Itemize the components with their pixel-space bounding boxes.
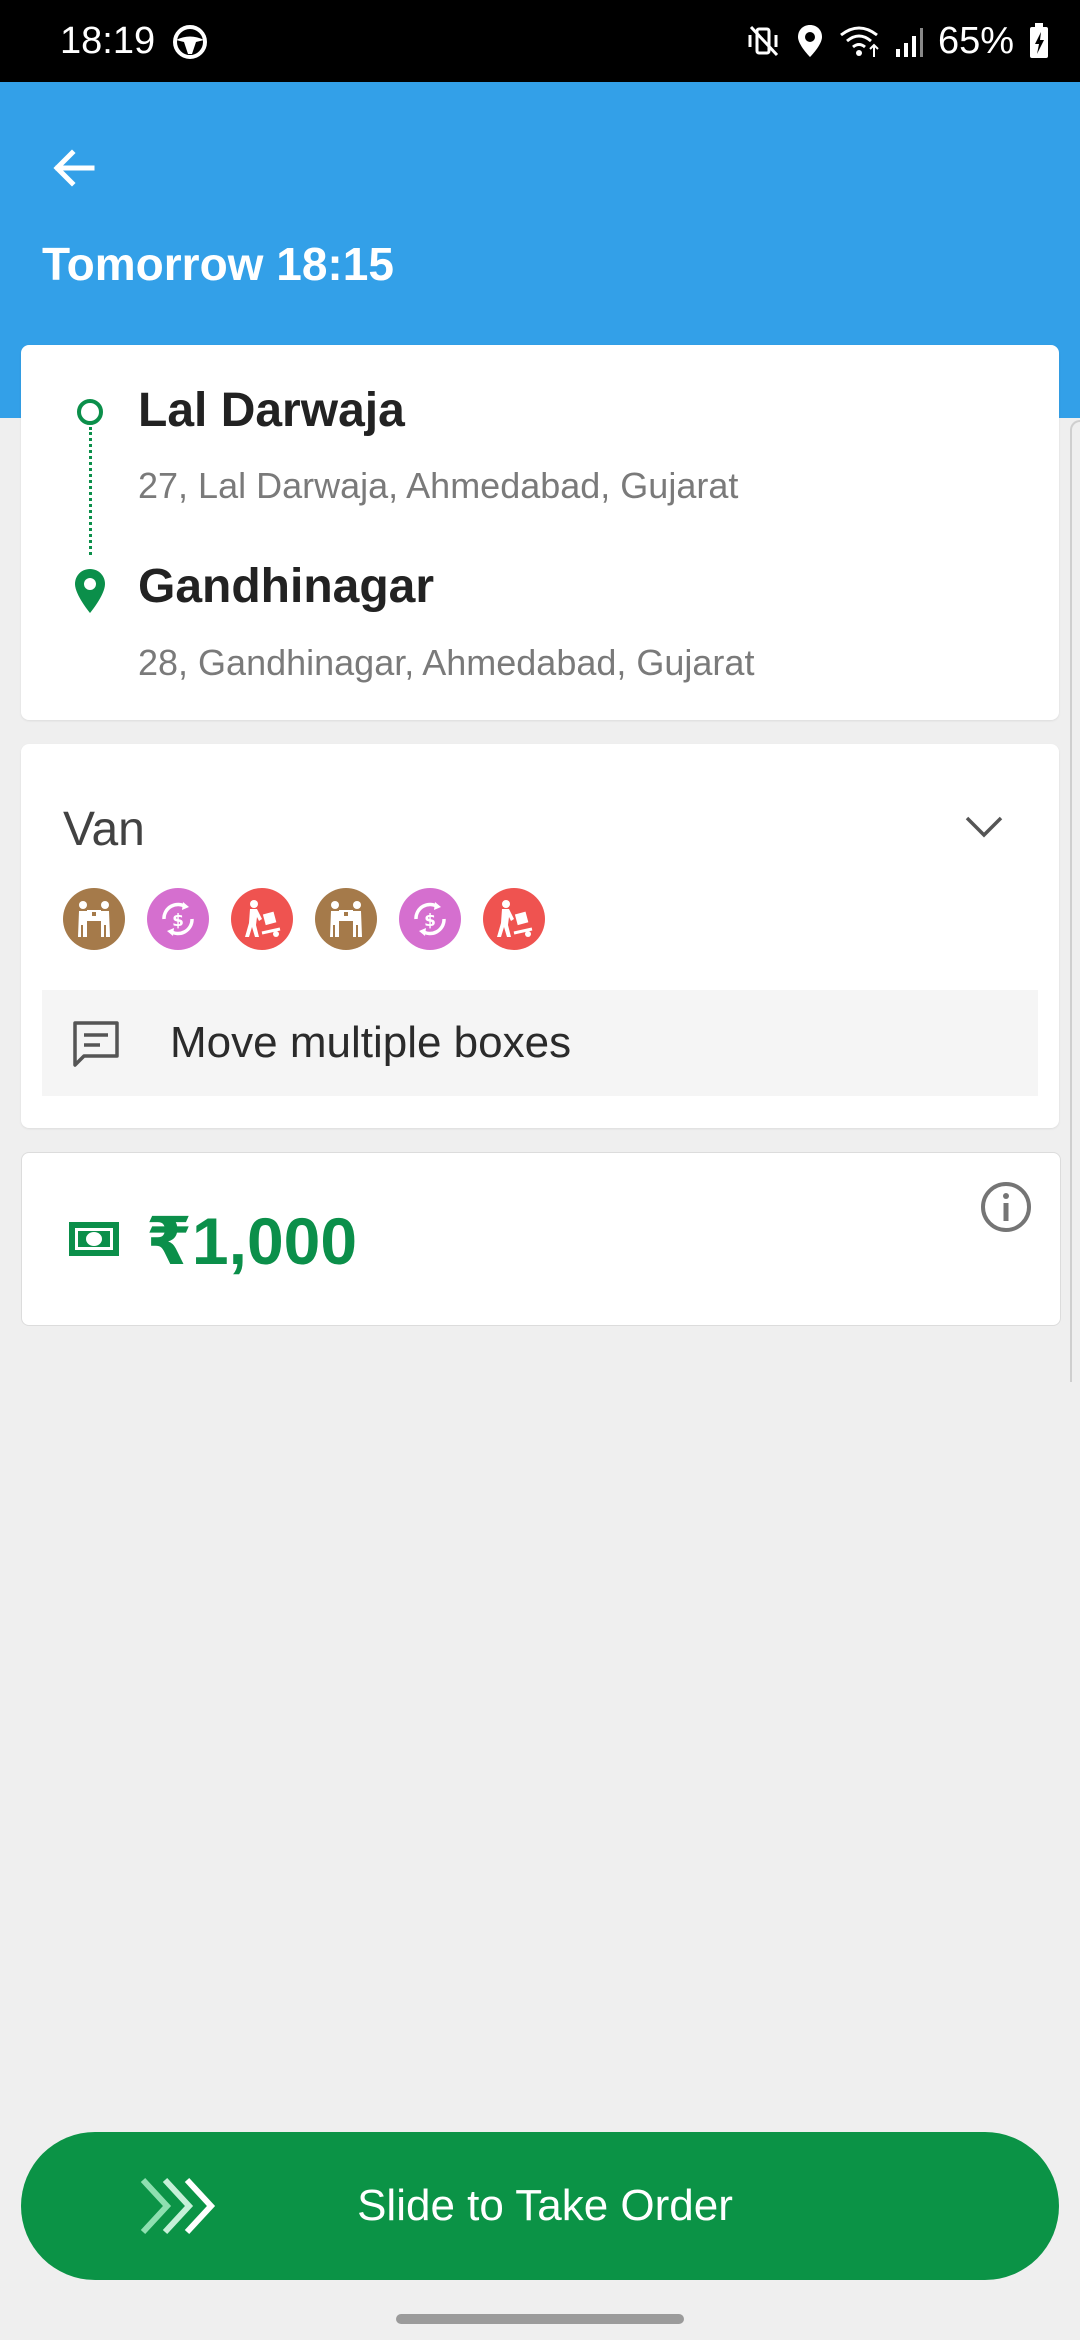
dropoff-name: Gandhinagar: [138, 560, 435, 613]
route-connector: [89, 427, 92, 555]
pickup-dot-icon: [77, 399, 103, 425]
page-title: Tomorrow 18:15: [42, 238, 394, 290]
price-info-button[interactable]: [976, 1177, 1036, 1237]
trolley-icon: [483, 888, 545, 950]
slide-to-take-order-button[interactable]: Slide to Take Order: [21, 2132, 1059, 2280]
service-icons: $ $: [63, 888, 545, 950]
status-icons: 65%: [746, 16, 1050, 66]
svg-text:$: $: [424, 911, 436, 931]
arrow-left-icon: [53, 149, 95, 187]
cash-exchange-icon: $: [147, 888, 209, 950]
home-indicator[interactable]: [396, 2314, 684, 2324]
back-button[interactable]: [30, 124, 118, 212]
status-bar: 18:19 65%: [0, 0, 1080, 82]
battery-charging-icon: [1030, 23, 1048, 58]
status-time: 18:19: [60, 20, 156, 62]
info-icon: [981, 1182, 1031, 1232]
chevron-down-icon: [965, 816, 1003, 838]
steering-wheel-icon: [173, 25, 207, 59]
expand-details-button[interactable]: [949, 792, 1019, 862]
pickup-address: 27, Lal Darwaja, Ahmedabad, Gujarat: [138, 465, 739, 506]
scroll-indicator: [1070, 420, 1080, 1382]
signal-icon: [895, 28, 923, 57]
movers-icon: [63, 888, 125, 950]
message-icon: [73, 1021, 119, 1067]
slide-label: Slide to Take Order: [357, 2181, 733, 2230]
note-text: Move multiple boxes: [170, 1018, 572, 1067]
svg-text:$: $: [172, 911, 184, 931]
mute-vibrate-icon: [748, 25, 779, 57]
location-icon: [797, 25, 822, 57]
wifi-icon: [840, 26, 879, 57]
price-card: ₹1,000: [21, 1152, 1061, 1326]
vehicle-name: Van: [63, 803, 145, 856]
order-price: ₹1,000: [146, 1204, 358, 1278]
cash-icon: [69, 1222, 119, 1256]
location-pin-icon: [75, 569, 105, 613]
order-note: Move multiple boxes: [42, 990, 1038, 1096]
vehicle-card: Van $ $ Move multiple boxes: [21, 744, 1059, 1128]
cash-exchange-icon: $: [399, 888, 461, 950]
dropoff-address: 28, Gandhinagar, Ahmedabad, Gujarat: [138, 642, 755, 683]
pickup-name: Lal Darwaja: [138, 384, 405, 437]
battery-percent: 65%: [937, 20, 1014, 62]
movers-icon: [315, 888, 377, 950]
trolley-icon: [231, 888, 293, 950]
route-card: Lal Darwaja 27, Lal Darwaja, Ahmedabad, …: [21, 345, 1059, 720]
